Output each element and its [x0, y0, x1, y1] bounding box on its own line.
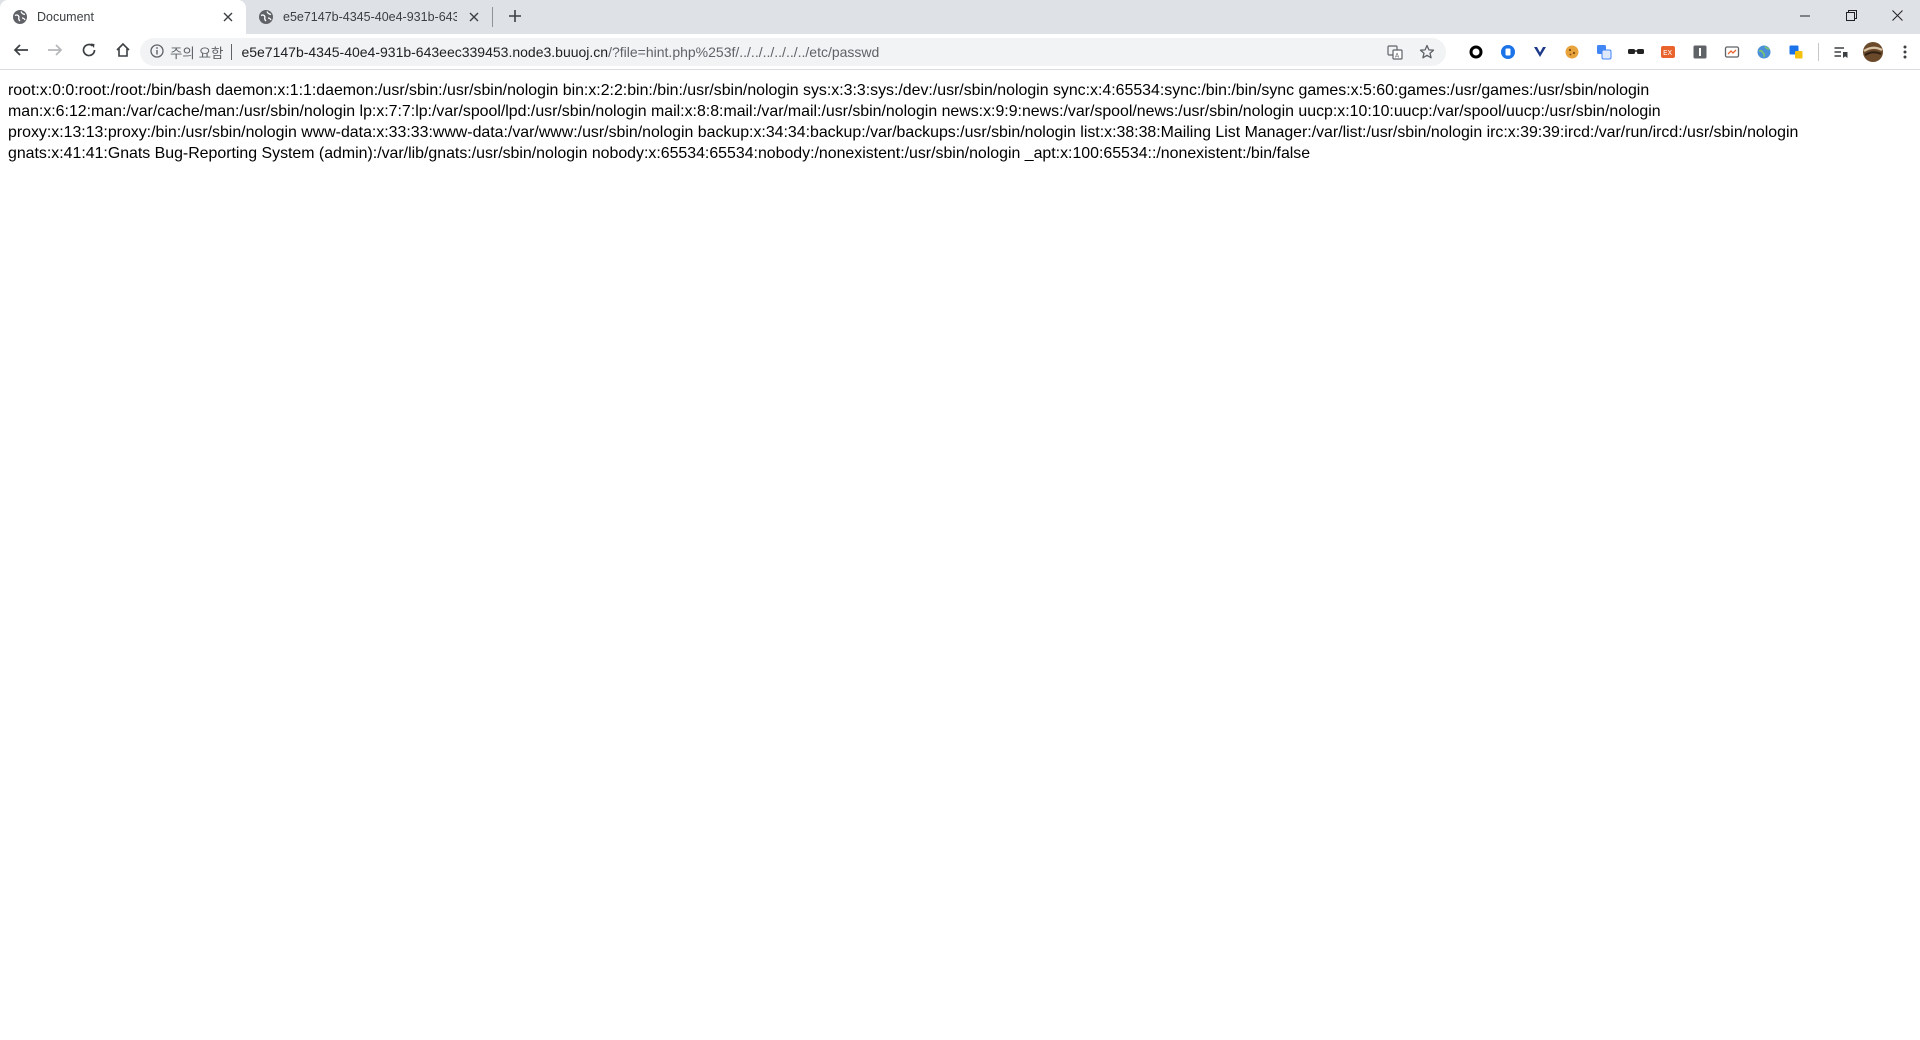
reload-button[interactable]	[73, 36, 105, 68]
extensions-divider	[1818, 43, 1819, 61]
info-icon	[150, 43, 164, 61]
address-bar-actions: A	[1382, 38, 1440, 66]
plus-icon	[508, 8, 522, 27]
url-path: /?file=hint.php%253f/../../../../../../e…	[608, 44, 880, 60]
home-button[interactable]	[107, 36, 139, 68]
browser-toolbar: 주의 요함 e5e7147b-4345-40e4-931b-643eec3394…	[0, 34, 1920, 70]
avatar[interactable]	[1857, 38, 1889, 66]
arrow-right-icon	[47, 42, 63, 62]
reload-icon	[81, 42, 97, 62]
card-extension-icon[interactable]	[1716, 38, 1748, 66]
close-icon[interactable]	[466, 9, 482, 25]
forward-button[interactable]	[39, 36, 71, 68]
v-extension-icon[interactable]	[1524, 38, 1556, 66]
globe-extension-icon[interactable]	[1748, 38, 1780, 66]
restore-button[interactable]	[1828, 0, 1874, 30]
glasses-extension-icon[interactable]	[1620, 38, 1652, 66]
svg-text:EX: EX	[1663, 49, 1672, 57]
tab-divider	[492, 7, 493, 27]
arrow-left-icon	[13, 42, 29, 62]
tab-title: Document	[37, 10, 94, 24]
close-window-button[interactable]	[1874, 0, 1920, 30]
tab-document[interactable]: Document	[0, 0, 246, 34]
new-tab-button[interactable]	[501, 3, 529, 31]
circle-extension-icon[interactable]	[1460, 38, 1492, 66]
back-button[interactable]	[5, 36, 37, 68]
url-host: e5e7147b-4345-40e4-931b-643eec339453.nod…	[241, 44, 609, 60]
info-extension-icon[interactable]	[1684, 38, 1716, 66]
cookie-extension-icon[interactable]	[1556, 38, 1588, 66]
reading-list-icon[interactable]	[1825, 38, 1857, 66]
window-controls	[1782, 0, 1920, 30]
translate-icon[interactable]: A	[1382, 39, 1408, 65]
security-label: 주의 요함	[170, 46, 224, 61]
tab-strip: Document e5e7147b-4345-40e4-931b-643	[0, 0, 1920, 34]
address-bar[interactable]: 주의 요함 e5e7147b-4345-40e4-931b-643eec3394…	[140, 38, 1446, 66]
tab-title: e5e7147b-4345-40e4-931b-643	[283, 10, 457, 24]
translate-extension-icon[interactable]	[1588, 38, 1620, 66]
extensions-bar: EX	[1460, 38, 1920, 66]
page-viewport: root:x:0:0:root:/root:/bin/bash daemon:x…	[0, 71, 1920, 1040]
orange-extension-icon[interactable]: EX	[1652, 38, 1684, 66]
globe-icon	[258, 9, 274, 25]
close-icon[interactable]	[220, 9, 236, 25]
security-indicator[interactable]: 주의 요함	[140, 42, 223, 62]
tab-second[interactable]: e5e7147b-4345-40e4-931b-643	[246, 0, 492, 34]
minimize-button[interactable]	[1782, 0, 1828, 30]
page-text: root:x:0:0:root:/root:/bin/bash daemon:x…	[8, 82, 1799, 162]
puzzle-extension-icon[interactable]	[1780, 38, 1812, 66]
globe-icon	[12, 9, 28, 25]
blue-shield-extension-icon[interactable]	[1492, 38, 1524, 66]
menu-icon[interactable]	[1889, 38, 1920, 66]
star-icon[interactable]	[1414, 39, 1440, 65]
address-divider	[231, 44, 233, 60]
home-icon	[115, 42, 131, 62]
